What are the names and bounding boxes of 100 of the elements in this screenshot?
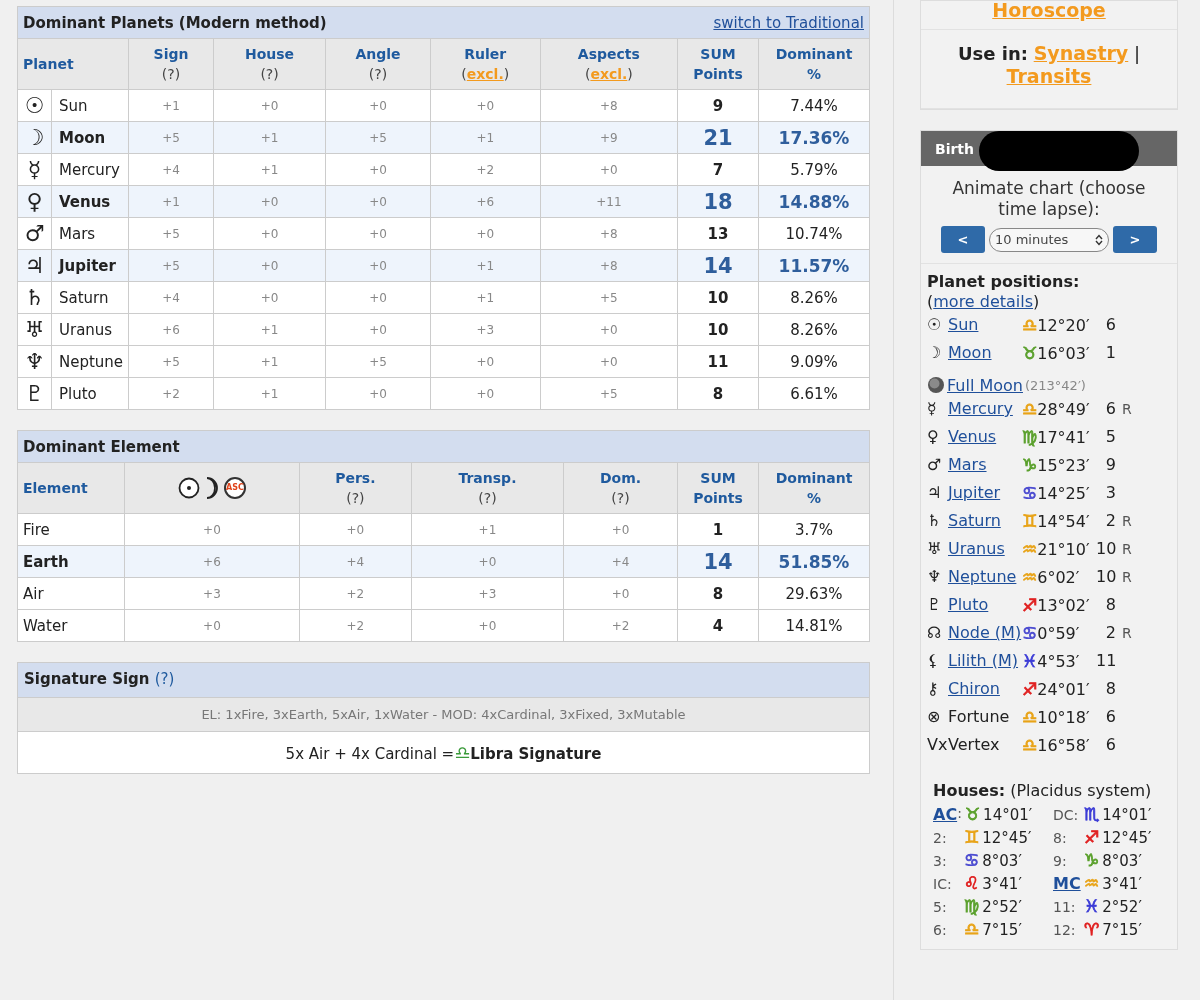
help-link[interactable]: (?)	[415, 488, 560, 508]
column-header: SUM Points	[692, 469, 744, 508]
planet-name: Jupiter	[59, 256, 116, 275]
switch-link[interactable]: switch to Traditional	[713, 13, 864, 32]
house-label: 12:	[1053, 922, 1076, 938]
signature-formula: 5x Air + 4x Cardinal =	[285, 745, 455, 763]
sum-points: 13	[707, 224, 729, 243]
points-cell: +0	[600, 354, 618, 369]
points-cell: +5	[369, 354, 387, 369]
dominant-percent: 11.57%	[778, 255, 850, 276]
dominant-percent: 17.36%	[778, 127, 850, 148]
table-title: Dominant Planets (Modern method)	[23, 13, 327, 32]
column-header: Angle (?)	[325, 38, 431, 90]
planet-link[interactable]: Neptune	[948, 567, 1017, 587]
planet-name: Uranus	[59, 320, 113, 339]
house-number: 6	[1104, 315, 1117, 335]
planet-link[interactable]: Pluto	[948, 595, 989, 615]
planet-symbol: ☊	[927, 623, 943, 643]
degree-text: 13°02′	[1037, 596, 1090, 615]
points-cell: +8	[600, 258, 618, 273]
points-cell: +0	[260, 226, 279, 241]
points-cell: +1	[162, 98, 180, 113]
degree-text: 6°02′	[1037, 568, 1080, 587]
planet-name: Saturn	[59, 288, 109, 307]
points-cell: +0	[476, 354, 495, 369]
degree-text: 17°41′	[1037, 428, 1090, 447]
retrograde-mark: R	[1122, 512, 1133, 531]
angle-link[interactable]: MC	[1053, 874, 1081, 893]
planet-link[interactable]: Lilith (M)	[948, 651, 1019, 671]
points-cell: +2	[611, 618, 630, 633]
planet-symbol: ♄	[927, 511, 943, 531]
degree-text: 7°15′	[1102, 921, 1142, 939]
house-number: 2	[1104, 511, 1117, 531]
zodiac-symbol: ♉	[964, 804, 981, 824]
planet-symbol: ⚸	[927, 651, 940, 671]
points-cell: +5	[600, 386, 618, 401]
points-cell: +4	[611, 554, 630, 569]
zodiac-symbol: ♐	[1022, 595, 1038, 615]
help-link[interactable]: (?)	[303, 488, 407, 508]
points-cell: +0	[369, 194, 387, 209]
dominant-percent: 3.7%	[794, 520, 834, 539]
points-cell: +3	[203, 586, 221, 601]
points-cell: +2	[346, 618, 365, 633]
points-cell: +1	[260, 130, 279, 145]
planet-link[interactable]: Jupiter	[948, 483, 1001, 503]
sum-points: 10	[707, 320, 729, 339]
planet-link[interactable]: Sun	[948, 315, 979, 335]
zodiac-symbol: ♍	[1022, 427, 1038, 447]
points-cell: +0	[369, 322, 387, 337]
column-header: SUM Points	[677, 38, 759, 90]
planet-link[interactable]: Venus	[948, 427, 997, 447]
points-cell: +3	[476, 322, 495, 337]
angle-link[interactable]: AC	[933, 805, 958, 824]
sum-points: 10	[707, 288, 729, 307]
points-cell: +0	[260, 290, 279, 305]
planet-link[interactable]: Mars	[948, 455, 987, 475]
dominant-percent: 14.81%	[785, 616, 843, 635]
points-cell: +5	[162, 354, 180, 369]
column-header: Sign (?)	[128, 38, 214, 90]
zodiac-symbol: ♊	[1022, 511, 1038, 531]
planet-symbol: ♃	[927, 483, 943, 503]
help-link[interactable]: (?)	[154, 670, 175, 688]
planet-link[interactable]: Moon	[948, 343, 992, 363]
house-label: 3:	[933, 853, 947, 869]
points-cell: +1	[476, 130, 495, 145]
planet-symbol: ♅	[927, 539, 943, 559]
planet-link[interactable]: Node (M)	[948, 623, 1022, 643]
points-cell: +6	[162, 322, 180, 337]
degree-text: 16°03′	[1037, 344, 1090, 363]
zodiac-symbol: ♎	[1022, 707, 1038, 727]
libra-symbol: ♎	[454, 742, 471, 763]
points-cell: +6	[203, 554, 221, 569]
planet-link[interactable]: Mercury	[948, 399, 1013, 419]
zodiac-symbol: ♊	[964, 827, 980, 847]
planet-link[interactable]: Uranus	[948, 539, 1005, 559]
zodiac-symbol: ♑	[1022, 455, 1038, 475]
points-cell: +0	[611, 586, 630, 601]
planet-symbol: ☿	[927, 399, 938, 419]
zodiac-symbol: ♐	[1084, 827, 1100, 847]
full-moon-link[interactable]: Full Moon	[947, 375, 1023, 395]
points-cell: +0	[611, 522, 630, 537]
column-header: Aspects (excl.)	[540, 38, 678, 90]
points-cell: +1	[476, 258, 495, 273]
next-button[interactable]: >	[1113, 226, 1157, 253]
time-lapse-select[interactable]: 10 minutes	[989, 227, 1109, 252]
degree-text: 12°20′	[1037, 316, 1090, 335]
dominant-percent: 8.26%	[790, 288, 838, 307]
planet-link[interactable]: Chiron	[948, 679, 1000, 699]
planet-symbol: ⚷	[927, 679, 940, 699]
previous-button[interactable]: <	[941, 226, 985, 253]
column-header: Dominant %	[774, 469, 854, 508]
retrograde-mark: R	[1122, 568, 1133, 587]
sum-points: 18	[703, 189, 733, 214]
dominant-percent: 8.26%	[790, 320, 838, 339]
help-link[interactable]: (?)	[568, 488, 673, 508]
zodiac-symbol: ♈	[1084, 919, 1100, 939]
points-cell: +1	[260, 386, 279, 401]
more-details-link[interactable]: more details	[933, 292, 1034, 311]
retrograde-mark: R	[1122, 624, 1133, 643]
planet-link[interactable]: Saturn	[948, 511, 1001, 531]
